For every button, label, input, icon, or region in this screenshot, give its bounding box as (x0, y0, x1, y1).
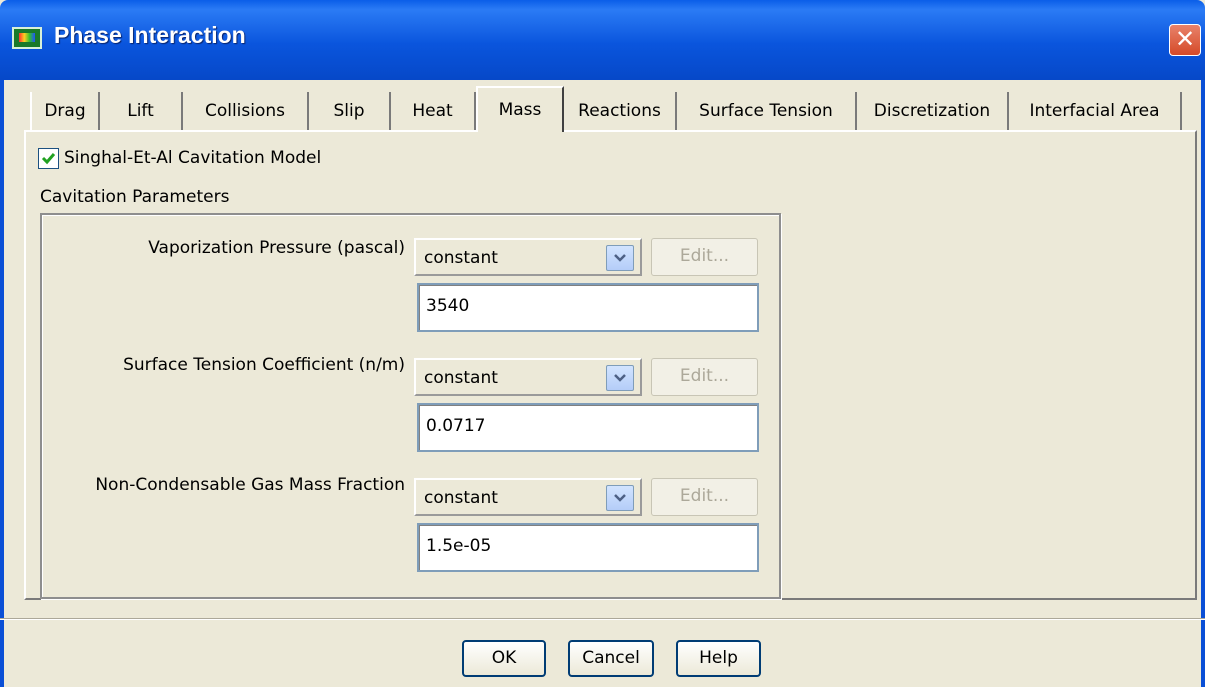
title-bar[interactable]: Phase Interaction ✕ (0, 0, 1205, 80)
dropdown-value: constant (424, 248, 498, 268)
non-condensable-gas-input[interactable]: 1.5e-05 (417, 523, 759, 572)
input-value: 3540 (426, 296, 470, 316)
tab-label: Drag (44, 101, 86, 121)
chevron-down-icon (614, 254, 626, 262)
tab-collisions[interactable]: Collisions (183, 92, 309, 132)
vaporization-pressure-edit-button[interactable]: Edit... (651, 238, 758, 276)
tab-slip[interactable]: Slip (309, 92, 391, 132)
cavitation-model-label[interactable]: Singhal-Et-Al Cavitation Model (64, 148, 321, 168)
tab-label: Discretization (873, 101, 991, 121)
vaporization-pressure-label: Vaporization Pressure (pascal) (148, 238, 405, 258)
surface-tension-method-dropdown[interactable]: constant (414, 358, 642, 396)
tab-label: Surface Tension (699, 101, 833, 121)
tab-discretization[interactable]: Discretization (857, 92, 1009, 132)
tab-label: Collisions (204, 101, 286, 121)
surface-tension-input[interactable]: 0.0717 (417, 403, 759, 452)
cancel-button[interactable]: Cancel (568, 640, 654, 677)
vaporization-pressure-input[interactable]: 3540 (417, 283, 759, 332)
window-border-left (0, 80, 4, 687)
phase-interaction-dialog: Phase Interaction ✕ Drag Lift Collisions… (0, 0, 1205, 687)
dropdown-arrow-button[interactable] (606, 485, 634, 511)
tab-interfacial-area[interactable]: Interfacial Area (1009, 92, 1182, 132)
input-value: 0.0717 (426, 416, 486, 436)
vaporization-pressure-method-dropdown[interactable]: constant (414, 238, 642, 276)
tab-heat[interactable]: Heat (391, 92, 476, 132)
non-condensable-gas-edit-button[interactable]: Edit... (651, 478, 758, 516)
tab-reactions[interactable]: Reactions (564, 92, 677, 132)
tab-label: Lift (127, 101, 154, 121)
tab-label: Heat (412, 101, 453, 121)
close-button[interactable]: ✕ (1169, 24, 1201, 56)
close-icon: ✕ (1174, 25, 1196, 53)
tab-label: Reactions (578, 101, 661, 121)
app-icon (12, 27, 42, 49)
tab-label: Interfacial Area (1029, 101, 1160, 121)
tab-surface-tension[interactable]: Surface Tension (677, 92, 857, 132)
chevron-down-icon (614, 494, 626, 502)
tab-label: Slip (333, 101, 365, 121)
dropdown-value: constant (424, 368, 498, 388)
tab-mass[interactable]: Mass (476, 86, 564, 132)
dropdown-value: constant (424, 488, 498, 508)
tab-lift[interactable]: Lift (100, 92, 183, 132)
non-condensable-gas-label: Non-Condensable Gas Mass Fraction (95, 475, 405, 495)
window-title: Phase Interaction (54, 22, 246, 48)
footer-separator (0, 618, 1205, 620)
help-button[interactable]: Help (676, 640, 761, 677)
window-border-right (1201, 80, 1205, 687)
tab-label: Mass (498, 100, 542, 120)
non-condensable-gas-method-dropdown[interactable]: constant (414, 478, 642, 516)
chevron-down-icon (614, 374, 626, 382)
dropdown-arrow-button[interactable] (606, 365, 634, 391)
ok-button[interactable]: OK (462, 640, 546, 677)
surface-tension-edit-button[interactable]: Edit... (651, 358, 758, 396)
input-value: 1.5e-05 (426, 536, 492, 556)
checkmark-icon (41, 153, 56, 165)
tab-drag[interactable]: Drag (30, 92, 100, 132)
dropdown-arrow-button[interactable] (606, 245, 634, 271)
cavitation-model-checkbox[interactable] (38, 148, 59, 169)
cavitation-parameters-title: Cavitation Parameters (40, 187, 230, 207)
surface-tension-coefficient-label: Surface Tension Coefficient (n/m) (123, 355, 405, 375)
